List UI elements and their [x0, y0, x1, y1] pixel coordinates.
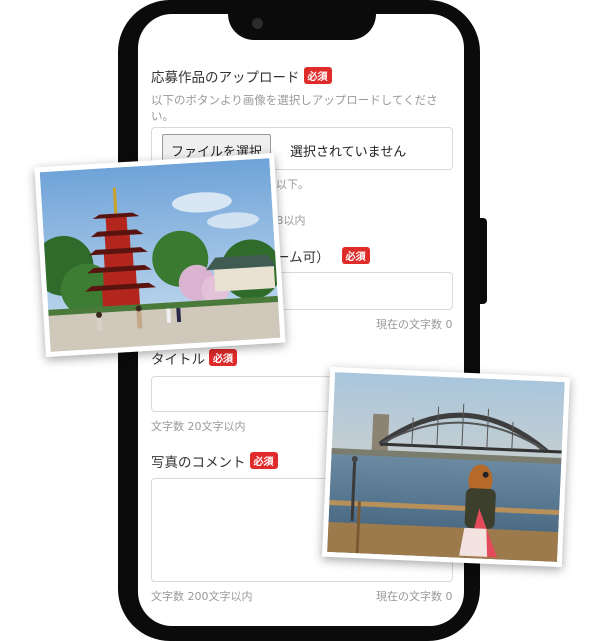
- comment-label: 写真のコメント 必須: [151, 451, 278, 471]
- upload-note-filesize: B以内: [276, 214, 306, 227]
- comment-char-count: 現在の文字数 0: [376, 590, 453, 603]
- file-status-text: 選択されていません: [290, 145, 407, 160]
- name-char-count: 現在の文字数 0: [376, 318, 453, 331]
- phone-notch: [228, 0, 376, 40]
- camera-icon: [252, 18, 263, 29]
- comment-label-text: 写真のコメント: [151, 455, 246, 471]
- required-badge: 必須: [341, 247, 370, 264]
- upload-instruction-line2: い。: [151, 109, 174, 123]
- pagoda-image: [39, 158, 281, 352]
- upload-note-size: 以下。: [276, 178, 309, 191]
- name-label: ーム可） 必須: [276, 246, 370, 266]
- upload-label: 応募作品のアップロード 必須: [151, 66, 332, 86]
- required-badge: 必須: [303, 67, 332, 84]
- photo-harbour-bridge: [321, 366, 571, 568]
- title-char-limit: 文字数 20文字以内: [151, 420, 246, 433]
- required-badge: 必須: [209, 349, 237, 366]
- required-badge: 必須: [249, 452, 278, 469]
- name-label-text: ーム可）: [276, 250, 330, 266]
- title-label-text: タイトル: [151, 352, 205, 368]
- phone-side-button: [479, 218, 487, 304]
- upload-label-text: 応募作品のアップロード: [151, 70, 300, 86]
- photo-pagoda: [34, 152, 286, 358]
- title-label: タイトル 必須: [151, 348, 237, 368]
- comment-char-limit: 文字数 200文字以内: [151, 590, 253, 603]
- upload-instruction-line1: 以下のボタンより画像を選択しアップロードしてくださ: [151, 93, 438, 107]
- harbour-bridge-image: [327, 372, 565, 562]
